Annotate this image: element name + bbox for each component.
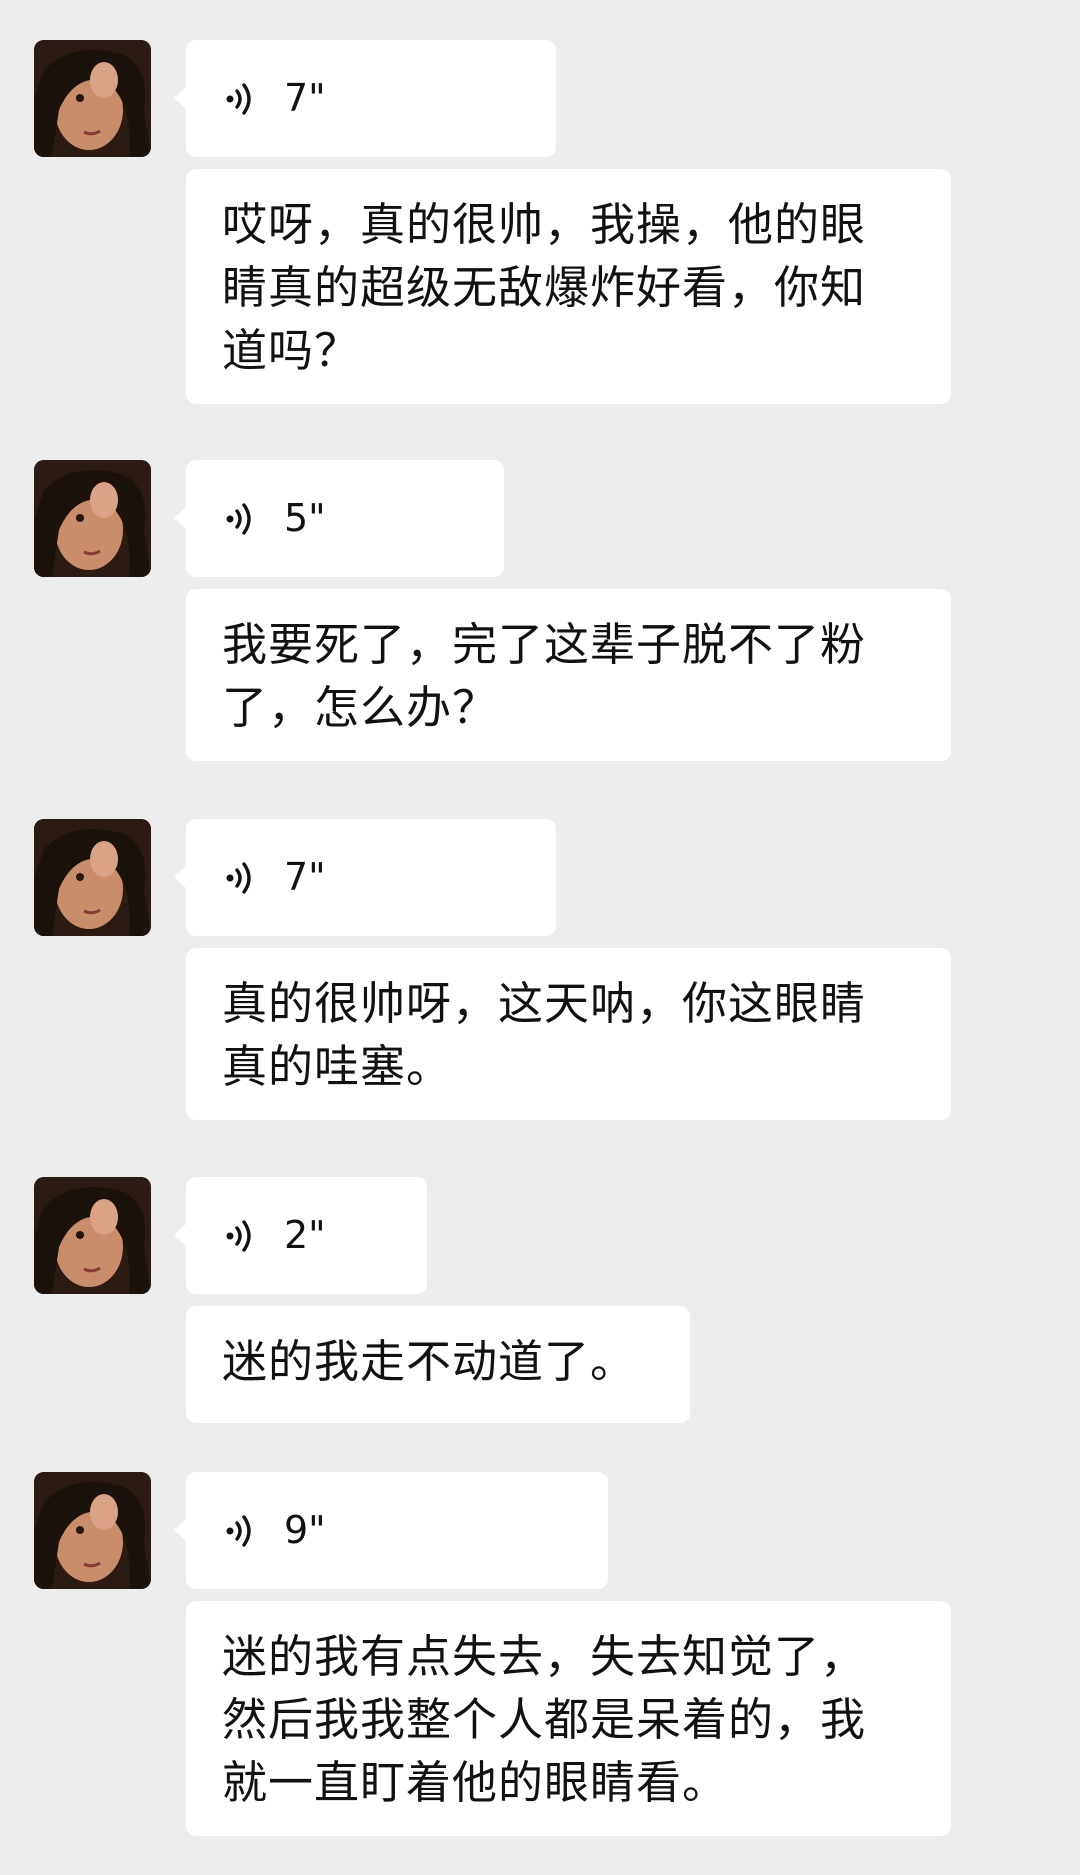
voice-duration: 2" [284, 1213, 326, 1257]
voice-wave-icon [226, 862, 251, 894]
voice-message-bubble[interactable]: 2" [174, 1177, 427, 1294]
voice-wave-icon [226, 1515, 251, 1547]
voice-wave-icon [226, 83, 251, 115]
transcript-line: 我要死了，完了这辈子脱不了粉 [222, 618, 867, 671]
transcript-line: 了，怎么办？ [222, 681, 499, 734]
voice-wave-icon [226, 503, 251, 535]
avatar-image [34, 460, 151, 577]
avatar-image [34, 1472, 151, 1589]
voice-duration: 9" [284, 1508, 326, 1552]
avatar[interactable] [34, 460, 151, 577]
transcript-line: 哎呀，真的很帅，我操，他的眼 [222, 198, 867, 251]
avatar[interactable] [34, 1472, 151, 1589]
avatar-image [34, 819, 151, 936]
avatar[interactable] [34, 1177, 151, 1294]
transcript-line: 就一直盯着他的眼睛看。 [222, 1756, 729, 1809]
transcript-line: 迷的我走不动道了。 [222, 1335, 637, 1388]
transcript-bubble: 迷的我走不动道了。 [186, 1306, 690, 1423]
transcript-bubble: 我要死了，完了这辈子脱不了粉 了，怎么办？ [186, 589, 951, 761]
voice-message-bubble[interactable]: 7" [174, 819, 556, 936]
transcript-line: 真的哇塞。 [222, 1040, 453, 1093]
avatar[interactable] [34, 40, 151, 157]
transcript-line: 然后我我整个人都是呆着的，我 [222, 1693, 867, 1746]
voice-duration: 7" [284, 855, 326, 899]
transcript-bubble: 哎呀，真的很帅，我操，他的眼 睛真的超级无敌爆炸好看，你知 道吗？ [186, 169, 951, 404]
voice-duration: 7" [284, 76, 326, 120]
voice-wave-icon [226, 1220, 251, 1252]
voice-duration: 5" [284, 496, 326, 540]
voice-message-bubble[interactable]: 9" [174, 1472, 608, 1589]
transcript-line: 迷的我有点失去，失去知觉了， [222, 1630, 867, 1683]
avatar-image [34, 1177, 151, 1294]
voice-message-bubble[interactable]: 7" [174, 40, 556, 157]
transcript-line: 真的很帅呀，这天呐，你这眼睛 [222, 977, 867, 1030]
avatar[interactable] [34, 819, 151, 936]
transcript-line: 睛真的超级无敌爆炸好看，你知 [222, 261, 867, 314]
avatar-image [34, 40, 151, 157]
transcript-bubble: 真的很帅呀，这天呐，你这眼睛 真的哇塞。 [186, 948, 951, 1120]
transcript-bubble: 迷的我有点失去，失去知觉了， 然后我我整个人都是呆着的，我 就一直盯着他的眼睛看… [186, 1601, 951, 1836]
chat-screen: { "messages": [ {"duration": "7\"", "lin… [0, 0, 1080, 1875]
transcript-line: 道吗？ [222, 324, 361, 377]
voice-message-bubble[interactable]: 5" [174, 460, 504, 577]
